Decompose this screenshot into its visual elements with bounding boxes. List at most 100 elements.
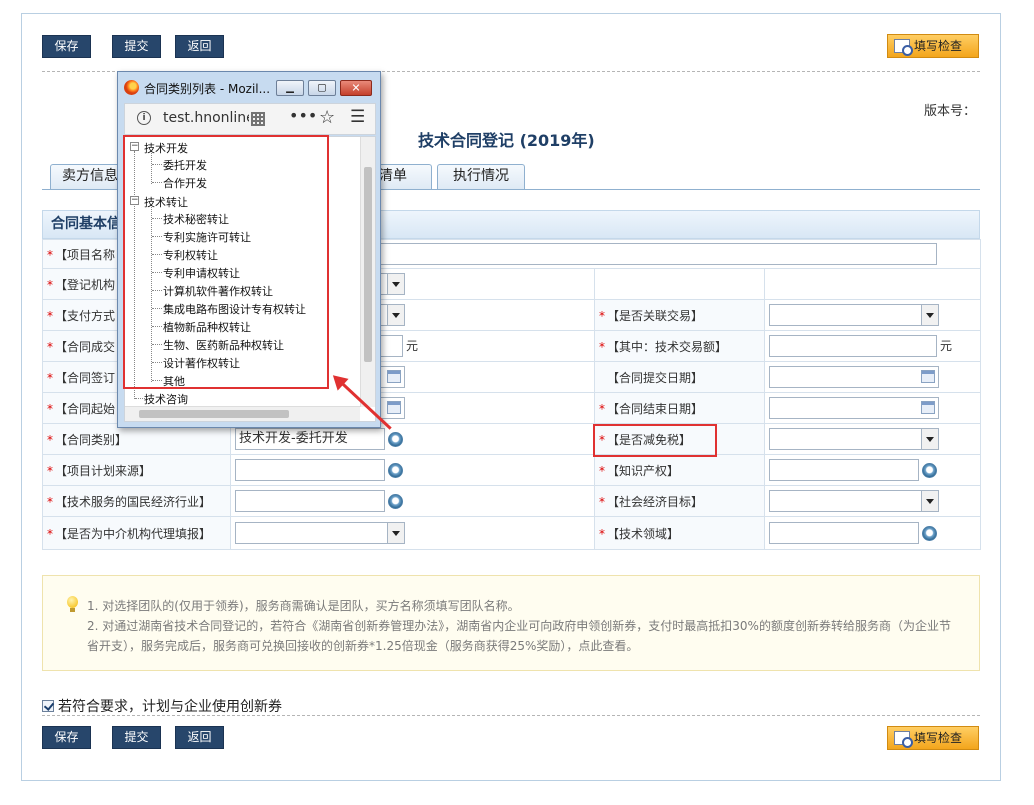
highlight-box-tree xyxy=(123,135,329,389)
bottom-divider xyxy=(42,715,980,716)
highlight-box-tax-relief xyxy=(593,424,717,457)
tech-tx-amount-input[interactable] xyxy=(769,335,937,357)
empty-cell xyxy=(764,268,981,300)
magnifier-doc-icon xyxy=(894,731,913,748)
qr-code-icon[interactable] xyxy=(251,112,265,126)
cell-end-date xyxy=(764,392,981,424)
picker-icon[interactable] xyxy=(922,462,937,478)
horizontal-scrollbar[interactable] xyxy=(125,406,360,421)
minimize-icon: ▁ xyxy=(286,82,294,94)
label-related-tx: * 【是否关联交易】 xyxy=(594,299,765,331)
chevron-down-icon xyxy=(387,274,404,294)
notice-line-1: 1. 对选择团队的(仅用于领券)，服务商需确认是团队，买方名称须填写团队名称。 xyxy=(87,599,520,613)
cell-industry xyxy=(230,485,595,517)
firefox-icon xyxy=(124,80,139,95)
scroll-thumb[interactable] xyxy=(139,410,289,418)
tree-node-consult[interactable]: 技术咨询 xyxy=(144,391,188,407)
save-button-bottom[interactable]: 保存 xyxy=(42,726,91,749)
chevron-down-icon xyxy=(921,491,938,511)
coupon-agree-label: 若符合要求，计划与企业使用创新券 xyxy=(58,699,282,715)
cell-agent xyxy=(230,516,595,550)
picker-icon[interactable] xyxy=(388,493,403,509)
minimize-button[interactable]: ▁ xyxy=(276,80,304,96)
label-contract-type: * 【合同类别】 xyxy=(42,423,231,455)
cell-related-tx xyxy=(764,299,981,331)
bookmark-star-icon[interactable]: ☆ xyxy=(319,107,335,128)
popup-urlbar[interactable]: i test.hnonline ••• ☆ ☰ xyxy=(124,103,376,135)
close-button[interactable]: ✕ xyxy=(340,80,372,96)
notice-line-3: 省开支），服务完成后，服务商可兑换回接收的创新券*1.25倍现金（服务商获得25… xyxy=(87,639,639,653)
magnifier-doc-icon xyxy=(894,39,913,56)
cell-tax-relief xyxy=(764,423,981,455)
end-date-input[interactable] xyxy=(769,397,939,419)
picker-icon[interactable] xyxy=(388,431,403,447)
cell-tech-tx-amount: 元 xyxy=(764,330,981,362)
project-name-input[interactable] xyxy=(377,243,937,265)
cell-econ-goal xyxy=(764,485,981,517)
maximize-icon: ▢ xyxy=(317,82,327,94)
label-ip: * 【知识产权】 xyxy=(594,454,765,486)
page-title: 技术合同登记 (2019年) xyxy=(418,131,595,150)
plan-source-input[interactable] xyxy=(235,459,385,481)
picker-icon[interactable] xyxy=(388,462,403,478)
related-tx-select[interactable] xyxy=(769,304,939,326)
chevron-down-icon xyxy=(387,305,404,325)
check-button-top[interactable]: 填写检查 xyxy=(887,34,979,58)
cell-submit-date xyxy=(764,361,981,393)
unit-label: 元 xyxy=(940,338,953,353)
label-econ-goal: * 【社会经济目标】 xyxy=(594,485,765,517)
empty-cell xyxy=(594,268,765,300)
check-button-bottom[interactable]: 填写检查 xyxy=(887,726,979,750)
tech-field-input[interactable] xyxy=(769,522,919,544)
label-tech-field: * 【技术领域】 xyxy=(594,516,765,550)
label-submit-date: 【合同提交日期】 xyxy=(594,361,765,393)
label-tech-tx-amount: * 【其中：技术交易额】 xyxy=(594,330,765,362)
contract-type-input[interactable]: 技术开发-委托开发 xyxy=(235,428,385,450)
version-label: 版本号： xyxy=(924,104,977,119)
submit-date-input[interactable] xyxy=(769,366,939,388)
popup-titlebar[interactable]: 合同类别列表 - Mozil... ▁ ▢ ✕ xyxy=(118,72,380,102)
agent-select[interactable] xyxy=(235,522,405,544)
tab-list[interactable]: 清单 xyxy=(372,164,432,189)
maximize-button[interactable]: ▢ xyxy=(308,80,336,96)
checkbox-checked-icon[interactable] xyxy=(42,700,54,712)
more-dots-icon[interactable]: ••• xyxy=(289,106,317,125)
ip-input[interactable] xyxy=(769,459,919,481)
check-button-label: 填写检查 xyxy=(914,39,963,53)
close-icon: ✕ xyxy=(351,81,361,95)
label-plan-source: * 【项目计划来源】 xyxy=(42,454,231,486)
cell-plan-source xyxy=(230,454,595,486)
cell-ip xyxy=(764,454,981,486)
tab-execution[interactable]: 执行情况 xyxy=(437,164,525,189)
calendar-icon[interactable] xyxy=(921,370,935,383)
submit-button-bottom[interactable]: 提交 xyxy=(112,726,161,749)
notice-line-2: 2. 对通过湖南省技术合同登记的，若符合《湖南省创新券管理办法》，湖南省内企业可… xyxy=(87,619,951,633)
info-icon[interactable]: i xyxy=(137,111,151,125)
save-button-top[interactable]: 保存 xyxy=(42,35,91,58)
chevron-down-icon xyxy=(387,523,404,543)
back-button-bottom[interactable]: 返回 xyxy=(175,726,224,749)
econ-goal-select[interactable] xyxy=(769,490,939,512)
scroll-thumb[interactable] xyxy=(364,167,372,362)
calendar-icon[interactable] xyxy=(387,370,401,383)
check-button-label: 填写检查 xyxy=(914,731,963,745)
industry-input[interactable] xyxy=(235,490,385,512)
lightbulb-icon xyxy=(67,596,78,612)
chevron-down-icon xyxy=(921,305,938,325)
vertical-scrollbar[interactable] xyxy=(360,137,375,407)
popup-url[interactable]: test.hnonline xyxy=(163,110,249,126)
back-button-top[interactable]: 返回 xyxy=(175,35,224,58)
submit-button-top[interactable]: 提交 xyxy=(112,35,161,58)
tax-relief-select[interactable] xyxy=(769,428,939,450)
coupon-agree[interactable]: 若符合要求，计划与企业使用创新券 xyxy=(42,696,282,716)
unit-label: 元 xyxy=(406,338,419,353)
popup-title: 合同类别列表 - Mozil... xyxy=(144,82,271,96)
calendar-icon[interactable] xyxy=(921,401,935,414)
cell-tech-field xyxy=(764,516,981,550)
notice-panel: 1. 对选择团队的(仅用于领券)，服务商需确认是团队，买方名称须填写团队名称。 … xyxy=(42,575,980,671)
hamburger-menu-icon[interactable]: ☰ xyxy=(350,107,365,127)
label-industry: * 【技术服务的国民经济行业】 xyxy=(42,485,231,517)
picker-icon[interactable] xyxy=(922,525,937,541)
label-end-date: * 【合同结束日期】 xyxy=(594,392,765,424)
calendar-icon[interactable] xyxy=(387,401,401,414)
